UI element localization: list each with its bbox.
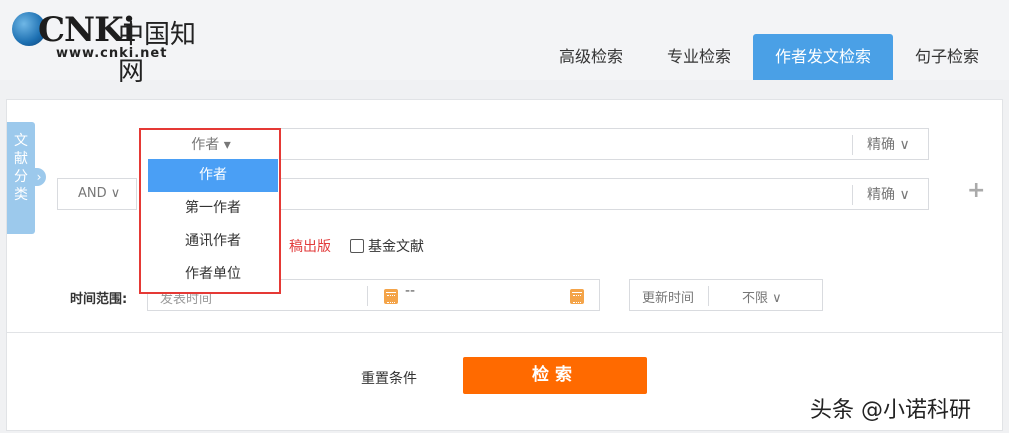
logic-operator-label: AND bbox=[78, 186, 107, 201]
field-select[interactable]: 作者 ▾ bbox=[146, 134, 276, 154]
literature-category-tab[interactable]: 文献分类 bbox=[7, 122, 35, 234]
search-button[interactable]: 检索 bbox=[463, 357, 647, 394]
fund-literature-option[interactable]: 基金文献 bbox=[350, 236, 424, 256]
logo-url: www.cnki.net bbox=[56, 46, 168, 61]
date-separator: -- bbox=[405, 283, 416, 299]
reset-button[interactable]: 重置条件 bbox=[361, 368, 417, 388]
tab-sentence-search[interactable]: 句子检索 bbox=[893, 34, 1001, 80]
match-select-row1[interactable]: 精确 ∨ bbox=[852, 135, 928, 155]
logic-operator-select[interactable]: AND ∨ bbox=[57, 178, 137, 210]
dropdown-option-first-author[interactable]: 第一作者 bbox=[148, 192, 278, 225]
time-range-label: 时间范围: bbox=[70, 292, 128, 307]
update-divider bbox=[708, 286, 709, 306]
update-time-select[interactable]: 更新时间 不限 ∨ bbox=[629, 279, 823, 311]
dropdown-option-author-affiliation[interactable]: 作者单位 bbox=[148, 258, 278, 291]
fund-checkbox[interactable] bbox=[350, 239, 364, 253]
match-label-row2: 精确 bbox=[867, 187, 895, 203]
tab-professional-search[interactable]: 专业检索 bbox=[645, 34, 753, 80]
tab-advanced-search[interactable]: 高级检索 bbox=[537, 34, 645, 80]
search-mode-tabs: 高级检索 专业检索 作者发文检索 句子检索 bbox=[537, 34, 1001, 80]
fund-label: 基金文献 bbox=[368, 239, 424, 255]
date-divider bbox=[367, 286, 368, 306]
match-select-row2[interactable]: 精确 ∨ bbox=[852, 185, 928, 205]
add-row-icon[interactable]: + bbox=[967, 178, 985, 203]
panel-divider bbox=[7, 332, 1002, 333]
watermark: 头条 @小诺科研 bbox=[810, 398, 971, 423]
header: CNKi 中国知网 www.cnki.net 高级检索 专业检索 作者发文检索 … bbox=[0, 0, 1009, 87]
tab-author-search[interactable]: 作者发文检索 bbox=[752, 34, 893, 80]
calendar-icon[interactable] bbox=[570, 289, 584, 304]
chevron-right-icon[interactable]: › bbox=[32, 168, 46, 186]
dropdown-option-author[interactable]: 作者 bbox=[148, 159, 278, 192]
field-dropdown-menu: 作者 第一作者 通讯作者 作者单位 bbox=[148, 159, 278, 291]
field-select-label: 作者 bbox=[191, 137, 220, 153]
update-time-label: 更新时间 bbox=[642, 291, 695, 306]
match-label-row1: 精确 bbox=[867, 137, 895, 153]
update-time-value: 不限 ∨ bbox=[742, 291, 782, 306]
online-first-option[interactable]: 稿出版 bbox=[289, 236, 331, 256]
calendar-icon[interactable] bbox=[384, 289, 398, 304]
cnki-logo[interactable]: CNKi 中国知网 www.cnki.net bbox=[12, 8, 212, 87]
dropdown-option-corresponding-author[interactable]: 通讯作者 bbox=[148, 225, 278, 258]
side-tab-label: 文献分类 bbox=[14, 133, 28, 203]
